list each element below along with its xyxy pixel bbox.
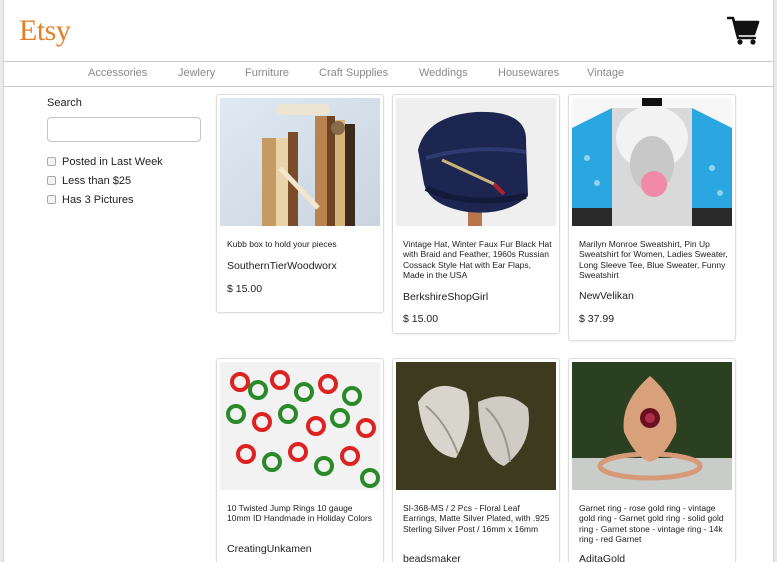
listing-shop[interactable]: SouthernTierWoodworx	[227, 260, 377, 272]
filter-less-than-25[interactable]: Less than $25	[47, 171, 207, 190]
listing-shop[interactable]: NewVelikan	[579, 290, 729, 302]
nav-item-jewlery[interactable]: Jewlery	[178, 67, 215, 79]
page-frame: Etsy Accessories Jewlery Furniture Craft…	[3, 0, 774, 562]
listing-shop[interactable]: BerkshireShopGirl	[403, 291, 553, 303]
listing-card[interactable]: Marilyn Monroe Sweatshirt, Pin Up Sweats…	[568, 94, 736, 341]
checkbox[interactable]	[47, 157, 56, 166]
listing-card[interactable]: Garnet ring - rose gold ring - vintage g…	[568, 358, 736, 562]
filter-label: Has 3 Pictures	[62, 193, 134, 206]
listing-shop[interactable]: beadsmaker	[403, 553, 553, 562]
listing-price: $ 15.00	[403, 313, 439, 325]
listing-image[interactable]	[572, 362, 732, 490]
listing-title[interactable]: Vintage Hat, Winter Faux Fur Black Hat w…	[403, 239, 553, 280]
listing-title[interactable]: SI-368-MS / 2 Pcs - Floral Leaf Earrings…	[403, 503, 553, 534]
search-input[interactable]	[47, 117, 201, 142]
category-nav: Accessories Jewlery Furniture Craft Supp…	[4, 62, 773, 87]
search-label: Search	[47, 97, 82, 109]
listing-card[interactable]: Kubb box to hold your pieces SouthernTie…	[216, 94, 384, 313]
listing-card[interactable]: 10 Twisted Jump Rings 10 gauge 10mm ID H…	[216, 358, 384, 562]
listing-image[interactable]	[220, 98, 380, 226]
listing-title[interactable]: Garnet ring - rose gold ring - vintage g…	[579, 503, 729, 544]
etsy-logo[interactable]: Etsy	[19, 14, 71, 48]
listing-card[interactable]: Vintage Hat, Winter Faux Fur Black Hat w…	[392, 94, 560, 334]
listing-price: $ 15.00	[227, 283, 263, 295]
filter-has-3-pictures[interactable]: Has 3 Pictures	[47, 190, 207, 209]
site-header: Etsy	[4, 0, 773, 62]
checkbox[interactable]	[47, 195, 56, 204]
listing-image[interactable]	[220, 362, 380, 490]
filter-posted-last-week[interactable]: Posted in Last Week	[47, 152, 207, 171]
filter-label: Less than $25	[62, 174, 132, 187]
listing-title[interactable]: 10 Twisted Jump Rings 10 gauge 10mm ID H…	[227, 503, 377, 524]
listing-image[interactable]	[572, 98, 732, 226]
nav-item-vintage[interactable]: Vintage	[587, 67, 624, 79]
nav-item-craft-supplies[interactable]: Craft Supplies	[319, 67, 388, 79]
listing-title[interactable]: Kubb box to hold your pieces	[227, 239, 377, 249]
nav-item-weddings[interactable]: Weddings	[419, 67, 468, 79]
listing-shop[interactable]: AditaGold	[579, 553, 729, 562]
shopping-cart-icon[interactable]	[726, 13, 761, 47]
nav-item-accessories[interactable]: Accessories	[88, 67, 147, 79]
listing-price: $ 37.99	[579, 313, 615, 325]
checkbox[interactable]	[47, 176, 56, 185]
filter-sidebar: Search Posted in Last Week Less than $25…	[47, 97, 207, 209]
listing-card[interactable]: SI-368-MS / 2 Pcs - Floral Leaf Earrings…	[392, 358, 560, 562]
nav-item-furniture[interactable]: Furniture	[245, 67, 289, 79]
nav-item-housewares[interactable]: Housewares	[498, 67, 559, 79]
listing-shop[interactable]: CreatingUnkamen	[227, 543, 377, 555]
listing-image[interactable]	[396, 362, 556, 490]
listing-title[interactable]: Marilyn Monroe Sweatshirt, Pin Up Sweats…	[579, 239, 729, 280]
listing-image[interactable]	[396, 98, 556, 226]
filter-label: Posted in Last Week	[62, 155, 163, 168]
